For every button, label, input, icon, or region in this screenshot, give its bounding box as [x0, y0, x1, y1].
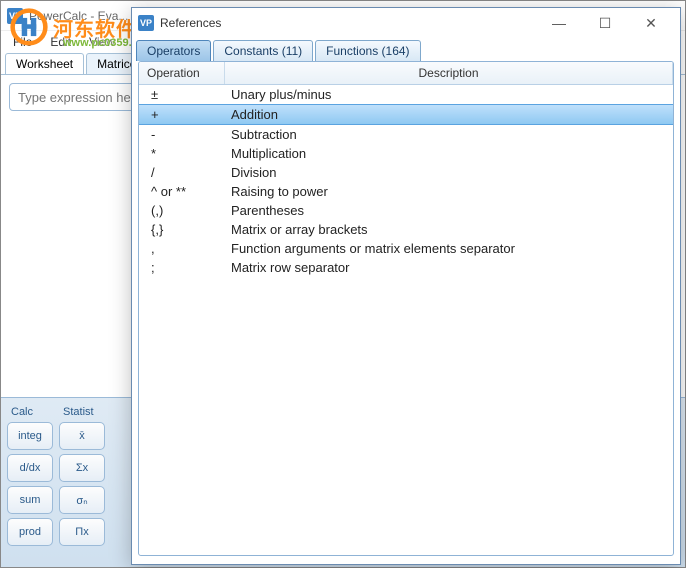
cell-description: Subtraction: [225, 127, 673, 142]
button-prodx[interactable]: Πx: [59, 518, 105, 546]
column-description[interactable]: Description: [225, 62, 673, 84]
app-icon: VP: [7, 8, 23, 24]
cell-description: Raising to power: [225, 184, 673, 199]
tab-worksheet[interactable]: Worksheet: [5, 53, 84, 74]
cell-operation: *: [139, 146, 225, 161]
cell-operation: (,): [139, 203, 225, 218]
table-row[interactable]: ±Unary plus/minus: [139, 85, 673, 104]
table-row[interactable]: ^ or **Raising to power: [139, 182, 673, 201]
references-app-icon: VP: [138, 15, 154, 31]
cell-description: Addition: [225, 107, 673, 122]
references-minimize-button[interactable]: —: [536, 8, 582, 38]
cell-description: Parentheses: [225, 203, 673, 218]
table-row[interactable]: /Division: [139, 163, 673, 182]
cell-operation: ,: [139, 241, 225, 256]
cell-operation: +: [139, 107, 225, 122]
table-row[interactable]: ;Matrix row separator: [139, 258, 673, 277]
cell-description: Function arguments or matrix elements se…: [225, 241, 673, 256]
panel-calc: Calc integ d/dx sum prod: [7, 406, 53, 559]
button-sum[interactable]: sum: [7, 486, 53, 514]
cell-operation: ±: [139, 87, 225, 102]
button-mean[interactable]: x̄: [59, 422, 105, 450]
panel-statistics: Statist x̄ Σx σₙ Πx: [59, 406, 105, 559]
tab-constants[interactable]: Constants (11): [213, 40, 313, 61]
references-titlebar[interactable]: VP References — ☐ ✕: [132, 8, 680, 38]
button-sd[interactable]: σₙ: [59, 486, 105, 514]
table-row[interactable]: +Addition: [139, 104, 673, 125]
cell-description: Division: [225, 165, 673, 180]
cell-description: Matrix row separator: [225, 260, 673, 275]
column-operation[interactable]: Operation: [139, 62, 225, 84]
cell-description: Unary plus/minus: [225, 87, 673, 102]
table-header: Operation Description: [139, 62, 673, 85]
references-tab-strip: Operators Constants (11) Functions (164): [132, 38, 680, 61]
button-ddx[interactable]: d/dx: [7, 454, 53, 482]
operators-table: Operation Description ±Unary plus/minus+…: [138, 61, 674, 556]
cell-description: Matrix or array brackets: [225, 222, 673, 237]
tab-functions[interactable]: Functions (164): [315, 40, 420, 61]
references-window: VP References — ☐ ✕ Operators Constants …: [131, 7, 681, 565]
button-integ[interactable]: integ: [7, 422, 53, 450]
cell-operation: {,}: [139, 222, 225, 237]
cell-operation: -: [139, 127, 225, 142]
panel-calc-label: Calc: [7, 406, 53, 418]
main-title: PowerCalc - Eva...: [29, 9, 128, 23]
cell-operation: ^ or **: [139, 184, 225, 199]
references-maximize-button[interactable]: ☐: [582, 8, 628, 38]
menu-file[interactable]: File: [5, 33, 40, 51]
menu-edit[interactable]: Edit: [42, 33, 79, 51]
table-row[interactable]: *Multiplication: [139, 144, 673, 163]
cell-description: Multiplication: [225, 146, 673, 161]
table-body[interactable]: ±Unary plus/minus+Addition-Subtraction*M…: [139, 85, 673, 555]
table-row[interactable]: (,)Parentheses: [139, 201, 673, 220]
tab-operators[interactable]: Operators: [136, 40, 211, 61]
cell-operation: /: [139, 165, 225, 180]
panel-stats-label: Statist: [59, 406, 105, 418]
menu-view[interactable]: View: [81, 33, 123, 51]
table-row[interactable]: -Subtraction: [139, 125, 673, 144]
table-row[interactable]: ,Function arguments or matrix elements s…: [139, 239, 673, 258]
references-title: References: [160, 16, 221, 30]
cell-operation: ;: [139, 260, 225, 275]
button-sumx[interactable]: Σx: [59, 454, 105, 482]
references-close-button[interactable]: ✕: [628, 8, 674, 38]
table-row[interactable]: {,}Matrix or array brackets: [139, 220, 673, 239]
button-prod[interactable]: prod: [7, 518, 53, 546]
